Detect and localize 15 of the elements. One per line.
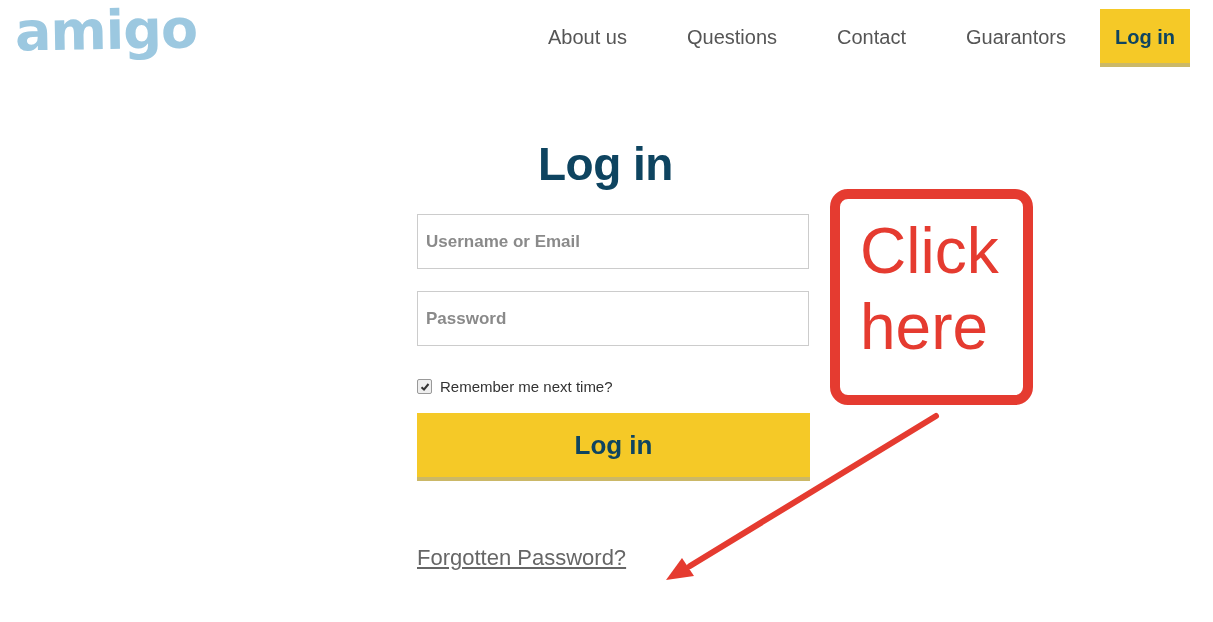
nav-link[interactable]: About us [522,9,653,67]
nav-link[interactable]: Questions [660,9,803,67]
callout-text: Click [860,214,1000,289]
page-title: Log in [537,137,674,192]
login-button[interactable]: Log in [417,413,810,481]
input-field[interactable]: Username or Email [417,214,809,269]
nav-link[interactable]: Contact [811,9,932,67]
nav-link[interactable]: Log in [1100,9,1190,67]
forgot-password-link[interactable]: Forgotten Password? [417,545,627,571]
callout-text: here [860,290,990,365]
check-icon [419,381,430,392]
checkbox-label: Remember me next time? [440,378,613,395]
checkbox[interactable] [417,379,432,394]
input-field[interactable]: Password [417,291,809,346]
nav-link[interactable]: Guarantors [939,9,1092,67]
